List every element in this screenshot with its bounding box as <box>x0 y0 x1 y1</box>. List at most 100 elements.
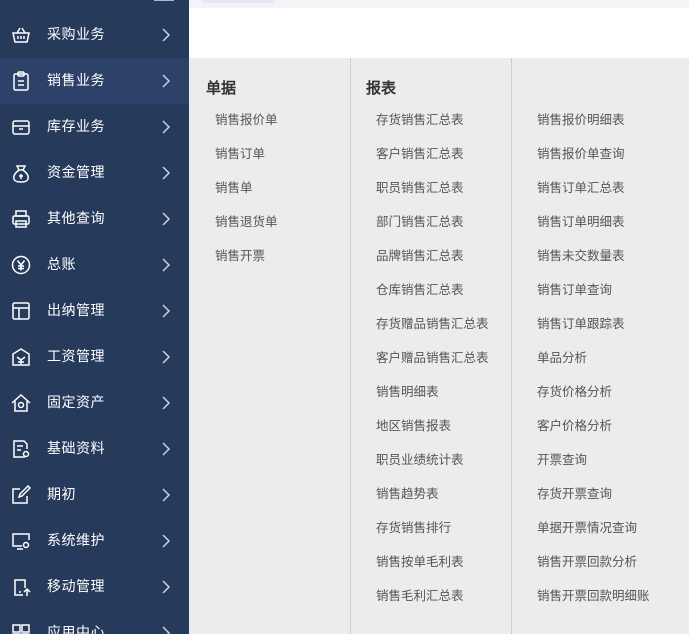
chevron-right-icon <box>162 166 171 180</box>
house-icon <box>11 393 31 412</box>
app-center-icon <box>12 624 30 634</box>
sidebar-item-sales[interactable]: 销售业务 <box>0 58 189 104</box>
money-bag-icon <box>13 165 29 183</box>
chevron-right-icon <box>162 580 171 594</box>
menu-link[interactable]: 销售开票回款分析 <box>537 554 637 570</box>
menu-column-reports: 报表 存货销售汇总表 客户销售汇总表 职员销售汇总表 部门销售汇总表 品牌销售汇… <box>351 58 512 634</box>
sidebar-item-label: 销售业务 <box>47 73 105 89</box>
sidebar-item-mobile[interactable]: 移动管理 <box>0 564 189 610</box>
sidebar-item-label: 期初 <box>47 487 76 503</box>
sidebar: 采购业务 销售业务 库存业务 资金管理 其他查询 总账 出纳管理 工资管理 固定… <box>0 0 189 634</box>
chevron-right-icon <box>162 488 171 502</box>
menu-link[interactable]: 存货销售汇总表 <box>376 112 464 128</box>
content-area <box>199 8 689 58</box>
sidebar-item-other-query[interactable]: 其他查询 <box>0 196 189 242</box>
sidebar-item-label: 工资管理 <box>47 349 105 365</box>
sidebar-item-opening[interactable]: 期初 <box>0 472 189 518</box>
chevron-right-icon <box>162 396 171 410</box>
menu-link[interactable]: 销售订单明细表 <box>537 214 625 230</box>
chevron-right-icon <box>162 258 171 272</box>
menu-link[interactable]: 销售未交数量表 <box>537 248 625 264</box>
chevron-right-icon <box>162 350 171 364</box>
sidebar-item-fixed-assets[interactable]: 固定资产 <box>0 380 189 426</box>
menu-link[interactable]: 存货价格分析 <box>537 384 612 400</box>
clipboard-icon <box>13 71 29 91</box>
sidebar-item-purchase[interactable]: 采购业务 <box>0 12 189 58</box>
menu-link[interactable]: 单据开票情况查询 <box>537 520 637 536</box>
sidebar-item-label: 资金管理 <box>47 165 105 181</box>
menu-column-reports-more: 销售报价明细表 销售报价单查询 销售订单汇总表 销售订单明细表 销售未交数量表 … <box>512 58 689 634</box>
sidebar-item-payroll[interactable]: 工资管理 <box>0 334 189 380</box>
menu-toggle-icon[interactable] <box>154 0 174 5</box>
menu-link[interactable]: 销售报价单 <box>215 112 278 128</box>
chevron-right-icon <box>162 442 171 456</box>
sidebar-item-funds[interactable]: 资金管理 <box>0 150 189 196</box>
chevron-right-icon <box>162 626 171 634</box>
monitor-settings-icon <box>12 533 30 550</box>
menu-link[interactable]: 客户价格分析 <box>537 418 612 434</box>
active-tab-indicator[interactable] <box>203 0 275 3</box>
chevron-right-icon <box>162 28 171 42</box>
menu-link[interactable]: 存货开票查询 <box>537 486 612 502</box>
chevron-right-icon <box>162 534 171 548</box>
sidebar-item-label: 库存业务 <box>47 119 105 135</box>
sidebar-item-ledger[interactable]: 总账 <box>0 242 189 288</box>
sidebar-item-label: 出纳管理 <box>47 303 105 319</box>
sidebar-item-basic-data[interactable]: 基础资料 <box>0 426 189 472</box>
menu-link[interactable]: 销售订单跟踪表 <box>537 316 625 332</box>
menu-link[interactable]: 部门销售汇总表 <box>376 214 464 230</box>
inventory-box-icon <box>12 120 30 135</box>
sidebar-item-label: 系统维护 <box>47 533 105 549</box>
menu-link[interactable]: 仓库销售汇总表 <box>376 282 464 298</box>
column-title: 报表 <box>366 79 397 97</box>
menu-link[interactable]: 销售趋势表 <box>376 486 439 502</box>
menu-link[interactable]: 销售订单 <box>215 146 265 162</box>
sidebar-item-inventory[interactable]: 库存业务 <box>0 104 189 150</box>
menu-link[interactable]: 客户赠品销售汇总表 <box>376 350 489 366</box>
sidebar-item-label: 应用中心 <box>47 625 105 634</box>
menu-link[interactable]: 存货销售排行 <box>376 520 451 536</box>
printer-icon <box>12 210 30 228</box>
sidebar-item-label: 固定资产 <box>47 395 105 411</box>
menu-link[interactable]: 销售按单毛利表 <box>376 554 464 570</box>
menu-link[interactable]: 销售报价明细表 <box>537 112 625 128</box>
mobile-icon <box>14 579 31 596</box>
payroll-icon <box>12 348 30 366</box>
menu-link[interactable]: 单品分析 <box>537 350 587 366</box>
yen-circle-icon <box>11 255 31 275</box>
sidebar-item-system[interactable]: 系统维护 <box>0 518 189 564</box>
menu-link[interactable]: 销售开票 <box>215 248 265 264</box>
menu-link[interactable]: 职员销售汇总表 <box>376 180 464 196</box>
sidebar-item-app-center[interactable]: 应用中心 <box>0 610 189 634</box>
menu-link[interactable]: 客户销售汇总表 <box>376 146 464 162</box>
menu-link[interactable]: 存货赠品销售汇总表 <box>376 316 489 332</box>
column-title: 单据 <box>206 79 237 97</box>
menu-link[interactable]: 销售退货单 <box>215 214 278 230</box>
menu-link[interactable]: 销售订单汇总表 <box>537 180 625 196</box>
sidebar-item-label: 总账 <box>47 257 76 273</box>
layout-icon <box>12 302 30 320</box>
document-settings-icon <box>13 440 30 458</box>
menu-link[interactable]: 品牌销售汇总表 <box>376 248 464 264</box>
sidebar-item-label: 基础资料 <box>47 441 105 457</box>
chevron-right-icon <box>162 304 171 318</box>
sidebar-item-label: 采购业务 <box>47 27 105 43</box>
chevron-right-icon <box>162 120 171 134</box>
menu-link[interactable]: 销售报价单查询 <box>537 146 625 162</box>
menu-link[interactable]: 销售明细表 <box>376 384 439 400</box>
menu-column-documents: 单据 销售报价单 销售订单 销售单 销售退货单 销售开票 <box>189 58 351 634</box>
sales-flyout-menu: 单据 销售报价单 销售订单 销售单 销售退货单 销售开票 报表 存货销售汇总表 … <box>189 58 689 634</box>
menu-link[interactable]: 地区销售报表 <box>376 418 451 434</box>
menu-link[interactable]: 销售订单查询 <box>537 282 612 298</box>
menu-link[interactable]: 销售开票回款明细账 <box>537 588 650 604</box>
basket-icon <box>12 27 30 43</box>
sidebar-item-label: 其他查询 <box>47 211 105 227</box>
chevron-right-icon <box>162 74 171 88</box>
menu-link[interactable]: 职员业绩统计表 <box>376 452 464 468</box>
menu-link[interactable]: 销售毛利汇总表 <box>376 588 464 604</box>
edit-icon <box>12 484 32 504</box>
chevron-right-icon <box>162 212 171 226</box>
menu-link[interactable]: 销售单 <box>215 180 253 196</box>
sidebar-item-cashier[interactable]: 出纳管理 <box>0 288 189 334</box>
menu-link[interactable]: 开票查询 <box>537 452 587 468</box>
